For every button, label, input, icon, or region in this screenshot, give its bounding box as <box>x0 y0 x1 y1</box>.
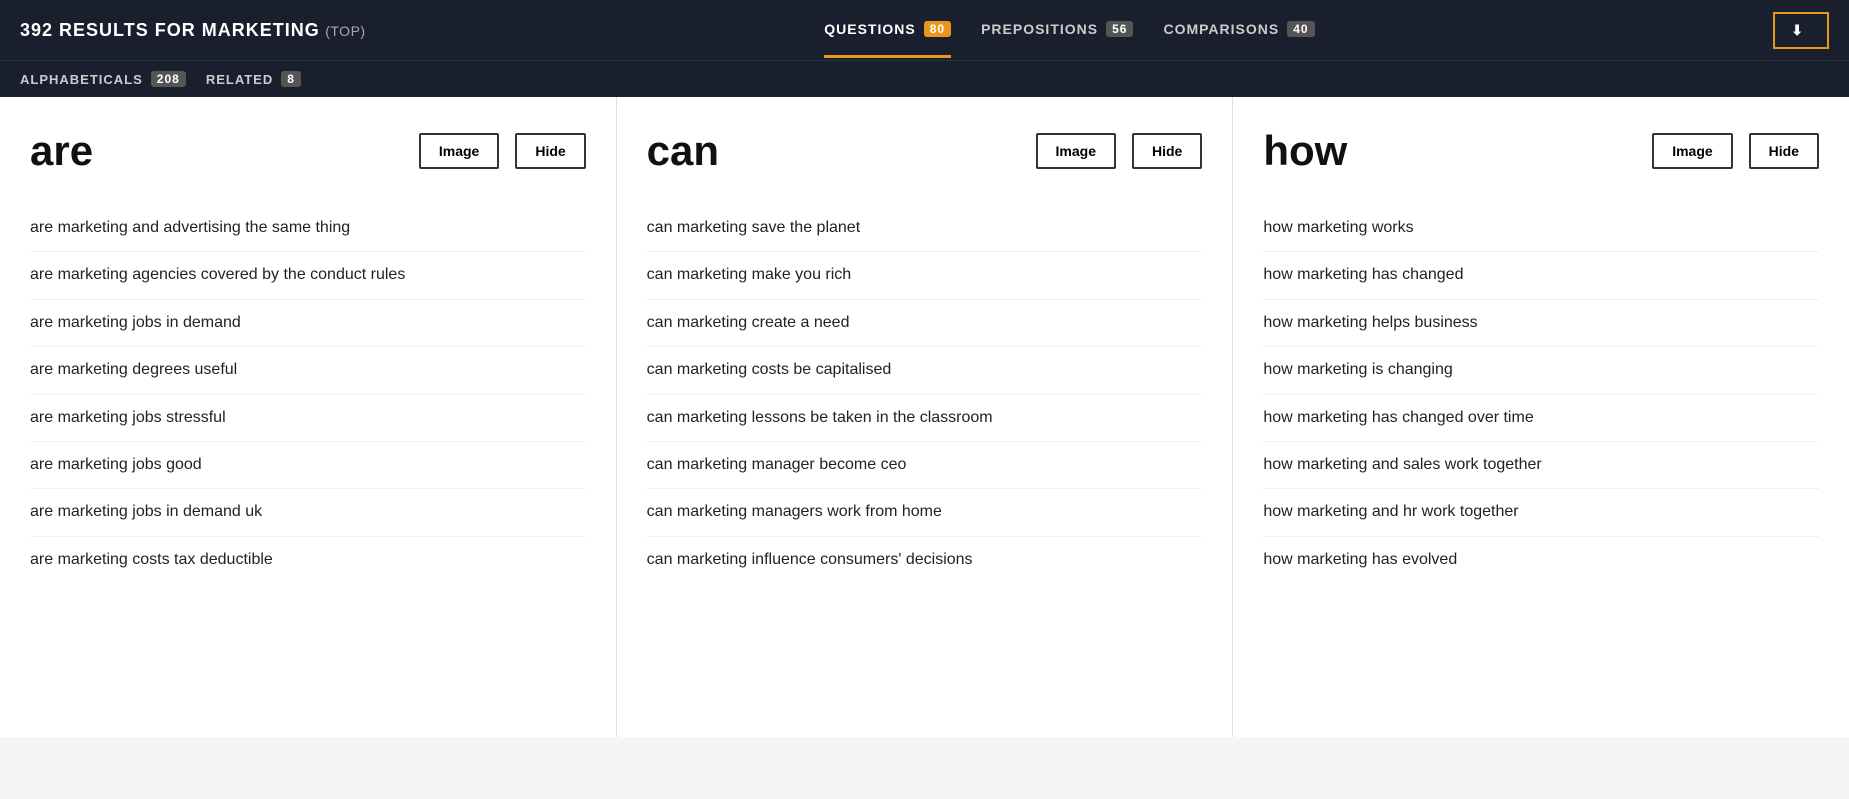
item-list-how: how marketing workshow marketing has cha… <box>1263 205 1819 583</box>
list-item[interactable]: how marketing helps business <box>1263 300 1819 347</box>
results-title: 392 RESULTS FOR MARKETING (TOP) <box>20 20 366 41</box>
column-title-can: can <box>647 127 1020 175</box>
tab-comparisons[interactable]: COMPARISONS 40 <box>1163 3 1314 58</box>
tab-label-prepositions: PREPOSITIONS <box>981 21 1098 37</box>
list-item[interactable]: can marketing save the planet <box>647 205 1203 252</box>
column-header-can: can Image Hide <box>647 127 1203 175</box>
list-item[interactable]: can marketing costs be capitalised <box>647 347 1203 394</box>
subtab-badge-alphabeticals: 208 <box>151 71 186 87</box>
header: 392 RESULTS FOR MARKETING (TOP) QUESTION… <box>0 0 1849 60</box>
download-csv-button[interactable]: ⬇ <box>1773 12 1829 49</box>
list-item[interactable]: can marketing create a need <box>647 300 1203 347</box>
list-item[interactable]: how marketing is changing <box>1263 347 1819 394</box>
list-item[interactable]: how marketing has changed over time <box>1263 395 1819 442</box>
hide-button-can[interactable]: Hide <box>1132 133 1202 169</box>
list-item[interactable]: how marketing and sales work together <box>1263 442 1819 489</box>
subtab-alphabeticals[interactable]: ALPHABETICALS 208 <box>20 71 186 87</box>
hide-button-how[interactable]: Hide <box>1749 133 1819 169</box>
tab-prepositions[interactable]: PREPOSITIONS 56 <box>981 3 1133 58</box>
main-content: are Image Hide are marketing and advertisin… <box>0 97 1849 737</box>
column-how: howImageHidehow marketing workshow marke… <box>1233 97 1849 737</box>
list-item[interactable]: how marketing and hr work together <box>1263 489 1819 536</box>
list-item[interactable]: are marketing degrees useful <box>30 347 586 394</box>
tab-badge-prepositions: 56 <box>1106 21 1133 37</box>
list-item[interactable]: are marketing jobs in demand <box>30 300 586 347</box>
list-item[interactable]: are marketing jobs good <box>30 442 586 489</box>
column-can: can Image Hide can marketing save the plane… <box>617 97 1234 737</box>
tab-badge-questions: 80 <box>924 21 951 37</box>
column-header-how: how Image Hide <box>1263 127 1819 175</box>
list-item[interactable]: are marketing jobs stressful <box>30 395 586 442</box>
list-item[interactable]: can marketing lessons be taken in the cl… <box>647 395 1203 442</box>
column-are: are Image Hide are marketing and advertisin… <box>0 97 617 737</box>
subtab-label-alphabeticals: ALPHABETICALS <box>20 72 143 87</box>
list-item[interactable]: can marketing manager become ceo <box>647 442 1203 489</box>
tab-label-comparisons: COMPARISONS <box>1163 21 1279 37</box>
subtab-related[interactable]: RELATED 8 <box>206 71 301 87</box>
column-title-how: how <box>1263 127 1636 175</box>
list-item[interactable]: are marketing agencies covered by the co… <box>30 252 586 299</box>
tab-label-questions: QUESTIONS <box>824 21 915 37</box>
list-item[interactable]: can marketing make you rich <box>647 252 1203 299</box>
item-list-are: are marketing and advertising the same t… <box>30 205 586 583</box>
subtab-label-related: RELATED <box>206 72 273 87</box>
image-button-are[interactable]: Image <box>419 133 499 169</box>
subheader: ALPHABETICALS 208 RELATED 8 <box>0 60 1849 97</box>
tab-badge-comparisons: 40 <box>1287 21 1314 37</box>
list-item[interactable]: are marketing jobs in demand uk <box>30 489 586 536</box>
list-item[interactable]: are marketing costs tax deductible <box>30 537 586 583</box>
list-item[interactable]: how marketing works <box>1263 205 1819 252</box>
list-item[interactable]: how marketing has changed <box>1263 252 1819 299</box>
hide-button-are[interactable]: Hide <box>515 133 585 169</box>
column-header-are: are Image Hide <box>30 127 586 175</box>
list-item[interactable]: can marketing influence consumers' decis… <box>647 537 1203 583</box>
list-item[interactable]: are marketing and advertising the same t… <box>30 205 586 252</box>
image-button-how[interactable]: Image <box>1652 133 1732 169</box>
list-item[interactable]: can marketing managers work from home <box>647 489 1203 536</box>
list-item[interactable]: how marketing has evolved <box>1263 537 1819 583</box>
download-icon: ⬇ <box>1791 22 1803 39</box>
image-button-can[interactable]: Image <box>1036 133 1116 169</box>
tab-questions[interactable]: QUESTIONS 80 <box>824 3 951 58</box>
column-title-are: are <box>30 127 403 175</box>
subtab-badge-related: 8 <box>281 71 301 87</box>
main-tabs: QUESTIONS 80 PREPOSITIONS 56 COMPARISONS 4… <box>396 3 1744 58</box>
item-list-can: can marketing save the planetcan marketi… <box>647 205 1203 583</box>
